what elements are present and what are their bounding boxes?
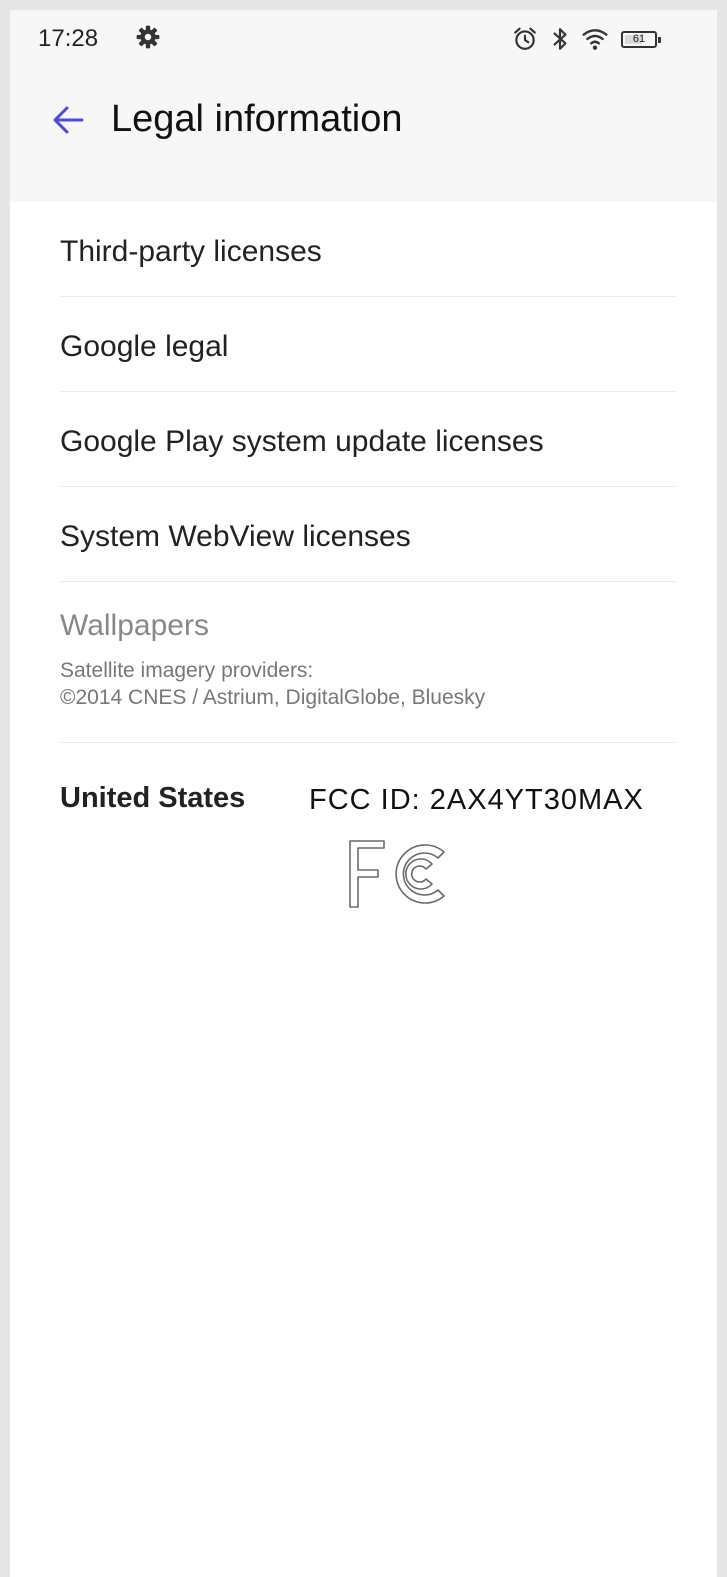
status-icons: 61: [512, 24, 661, 54]
wallpapers-credit-line-2: ©2014 CNES / Astrium, DigitalGlobe, Blue…: [60, 686, 486, 709]
battery-icon: 61: [621, 30, 661, 48]
wallpapers-section: Wallpapers Satellite imagery providers: …: [60, 582, 677, 743]
bluetooth-icon: [553, 28, 567, 50]
menu-item-label: Google legal: [60, 330, 229, 363]
menu-item-play-system-update-licenses[interactable]: Google Play system update licenses: [60, 392, 677, 487]
fcc-logo: [349, 840, 445, 908]
wallpapers-credit-line-1: Satellite imagery providers:: [60, 659, 314, 682]
gear-icon: [136, 25, 160, 49]
alarm-icon: [514, 27, 536, 50]
page-title: Legal information: [111, 98, 403, 140]
menu-item-label: Third-party licenses: [60, 235, 322, 268]
wallpapers-credits: Satellite imagery providers: ©2014 CNES …: [60, 657, 485, 711]
regulatory-region: United States: [60, 782, 246, 814]
legal-menu: Third-party licenses Google legal Google…: [60, 202, 677, 743]
wallpapers-title: Wallpapers: [60, 609, 209, 642]
fcc-id: FCC ID: 2AX4YT30MAX: [309, 784, 644, 816]
menu-item-webview-licenses[interactable]: System WebView licenses: [60, 487, 677, 582]
menu-item-label: Google Play system update licenses: [60, 425, 544, 458]
menu-item-label: System WebView licenses: [60, 520, 411, 553]
menu-item-google-legal[interactable]: Google legal: [60, 297, 677, 392]
back-arrow-icon[interactable]: [48, 100, 88, 140]
menu-item-third-party-licenses[interactable]: Third-party licenses: [60, 202, 677, 297]
status-bar: 17:28 61: [10, 10, 717, 70]
phone-screen: 17:28 61 Legal information Third-party l…: [10, 10, 717, 1577]
status-time: 17:28: [38, 25, 99, 52]
app-header: 17:28 61 Legal information: [10, 10, 717, 202]
battery-level: 61: [632, 32, 646, 45]
wifi-icon: [582, 29, 608, 50]
